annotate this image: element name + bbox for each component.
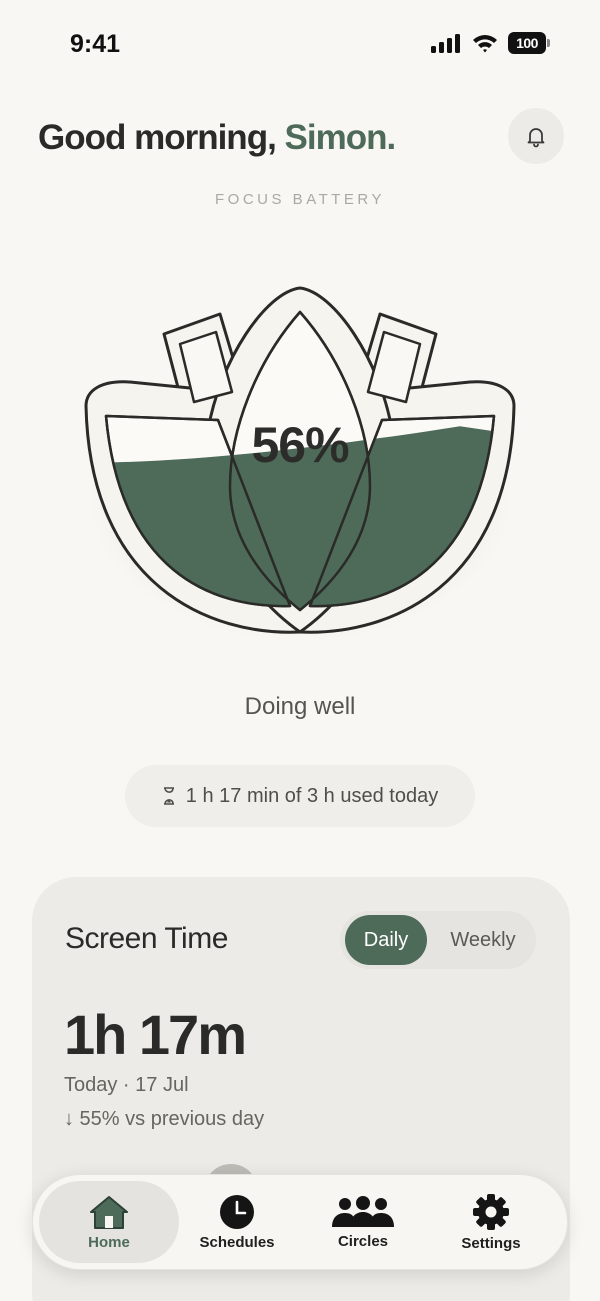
bell-icon [527, 128, 545, 148]
screen-time-title: Screen Time [65, 922, 228, 955]
tab-settings[interactable]: Settings [428, 1181, 554, 1263]
screen-time-date: Today · 17 Jul [64, 1074, 189, 1096]
tab-home[interactable]: Home [39, 1181, 179, 1263]
greeting-title: Good morning, Simon. [38, 118, 396, 158]
people-icon [332, 1195, 394, 1227]
clock-icon [220, 1194, 254, 1229]
greeting-text: Good morning, [38, 118, 285, 157]
usage-pill: 1 h 17 min of 3 h used today [125, 765, 475, 827]
status-bar: 9:41 100 [0, 0, 600, 90]
period-toggle: Daily Weekly [340, 911, 536, 969]
focus-battery-label: FOCUS BATTERY [215, 191, 385, 208]
tab-schedules[interactable]: Schedules [174, 1181, 300, 1263]
status-time: 9:41 [70, 30, 121, 58]
tab-daily[interactable]: Daily [345, 915, 427, 965]
user-name: Simon [284, 118, 388, 157]
tab-settings-label: Settings [461, 1234, 521, 1252]
tab-circles[interactable]: Circles [300, 1181, 426, 1263]
screen-time-change: ↓ 55% vs previous day [64, 1108, 265, 1130]
gear-icon [473, 1193, 509, 1230]
tab-bar: Home Schedules Circles Settings [32, 1174, 568, 1270]
usage-text: 1 h 17 min of 3 h used today [185, 784, 439, 807]
tab-circles-label: Circles [337, 1232, 389, 1250]
battery-status: Doing well [244, 693, 356, 720]
wifi-icon [473, 35, 497, 53]
battery-icon: 100 [508, 32, 550, 54]
signal-icon [431, 34, 460, 53]
hourglass-icon [163, 787, 174, 805]
battery-level: 100 [508, 32, 546, 54]
greeting-punct: . [386, 118, 396, 157]
tab-weekly[interactable]: Weekly [434, 915, 532, 965]
battery-percent: 56% [251, 417, 349, 473]
tab-schedules-label: Schedules [199, 1233, 275, 1251]
screen-time-total: 1h 17m [64, 1003, 247, 1066]
status-icons: 100 [430, 32, 550, 54]
notifications-button[interactable] [508, 108, 564, 164]
tab-home-label: Home [88, 1233, 130, 1251]
home-icon [90, 1195, 128, 1229]
